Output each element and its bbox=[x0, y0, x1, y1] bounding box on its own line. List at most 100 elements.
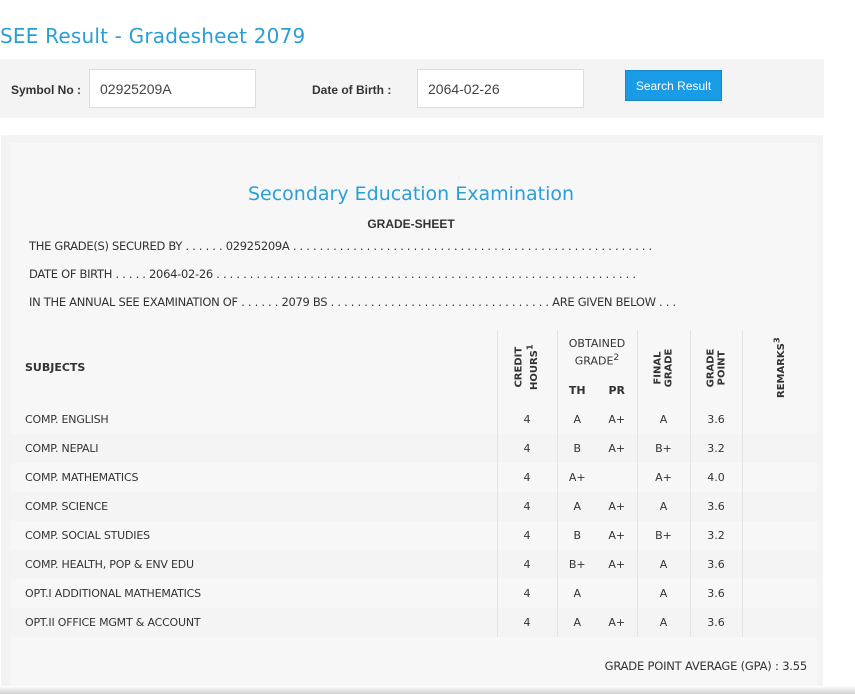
table-row: COMP. SOCIAL STUDIES 4 B A+ B+ 3.2 bbox=[11, 521, 817, 550]
pr-grade-cell: A+ bbox=[597, 550, 637, 579]
grade-point-cell: 4.0 bbox=[689, 463, 742, 492]
remarks-cell bbox=[741, 579, 817, 608]
th-grade-cell: A bbox=[556, 405, 598, 434]
gpa-value: 3.55 bbox=[782, 659, 807, 673]
remarks-cell bbox=[741, 521, 817, 550]
final-grade-cell: B+ bbox=[636, 434, 690, 463]
remarks-cell bbox=[741, 463, 817, 492]
final-grade-cell: A bbox=[636, 492, 690, 521]
th-grade-cell: B bbox=[556, 521, 598, 550]
pr-grade-cell: A+ bbox=[597, 434, 637, 463]
subject-cell: OPT.I ADDITIONAL MATHEMATICS bbox=[11, 579, 497, 608]
symbol-no-input[interactable] bbox=[89, 69, 256, 108]
col-grade-point: GRADE POINT bbox=[689, 330, 742, 405]
subject-cell: COMP. ENGLISH bbox=[11, 405, 497, 434]
grade-point-cell: 3.6 bbox=[689, 492, 742, 521]
table-row: COMP. HEALTH, POP & ENV EDU 4 B+ A+ A 3.6 bbox=[11, 550, 817, 579]
grade-point-cell: 3.6 bbox=[689, 579, 742, 608]
page-title: SEE Result - Gradesheet 2079 bbox=[0, 24, 306, 48]
th-grade-cell: A bbox=[556, 608, 598, 637]
col-obtained-grade: OBTAINED GRADE2 bbox=[556, 330, 637, 376]
final-grade-cell: A bbox=[636, 405, 690, 434]
grade-point-cell: 3.2 bbox=[689, 434, 742, 463]
col-credit-hours: CREDIT HOURS1 bbox=[496, 330, 557, 405]
gpa-line: GRADE POINT AVERAGE (GPA) : 3.55 bbox=[604, 659, 808, 673]
exam-prefix: IN THE ANNUAL SEE EXAMINATION OF . . . .… bbox=[29, 295, 279, 309]
secured-by-suffix: . . . . . . . . . . . . . . . . . . . . … bbox=[292, 239, 652, 253]
dob-prefix: DATE OF BIRTH . . . . . bbox=[29, 267, 146, 281]
grades-table: SUBJECTS CREDIT HOURS1 OBTAINED GRADE2 FIN… bbox=[11, 330, 817, 637]
exam-line: IN THE ANNUAL SEE EXAMINATION OF . . . .… bbox=[29, 295, 676, 309]
secured-by-value: 02925209A bbox=[225, 239, 290, 253]
table-row: OPT.II OFFICE MGMT & ACCOUNT 4 A A+ A 3.6 bbox=[11, 608, 817, 637]
search-bar: Symbol No : Date of Birth : Search Resul… bbox=[0, 59, 824, 118]
subject-cell: OPT.II OFFICE MGMT & ACCOUNT bbox=[11, 608, 497, 637]
remarks-cell bbox=[741, 608, 817, 637]
table-row: COMP. SCIENCE 4 A A+ A 3.6 bbox=[11, 492, 817, 521]
remarks-cell bbox=[741, 405, 817, 434]
exam-value: 2079 BS bbox=[281, 295, 328, 309]
gradesheet-panel: Secondary Education Examination GRADE-SH… bbox=[1, 135, 823, 694]
grade-point-cell: 3.6 bbox=[689, 405, 742, 434]
subject-cell: COMP. SOCIAL STUDIES bbox=[11, 521, 497, 550]
col-pr: PR bbox=[597, 376, 637, 405]
col-final-grade: FINAL GRADE bbox=[636, 330, 690, 405]
table-row: COMP. ENGLISH 4 A A+ A 3.6 bbox=[11, 405, 817, 434]
col-remarks: REMARKS3 bbox=[741, 330, 817, 405]
dob-line: DATE OF BIRTH . . . . . 2064-02-26 . . .… bbox=[29, 267, 636, 281]
final-grade-cell: A+ bbox=[636, 463, 690, 492]
remarks-cell bbox=[741, 550, 817, 579]
symbol-no-label: Symbol No : bbox=[11, 83, 82, 97]
dob-input[interactable] bbox=[417, 69, 584, 108]
credit-hours-cell: 4 bbox=[496, 550, 557, 579]
subject-cell: COMP. MATHEMATICS bbox=[11, 463, 497, 492]
credit-hours-cell: 4 bbox=[496, 405, 557, 434]
th-grade-cell: A bbox=[556, 579, 598, 608]
table-row: COMP. MATHEMATICS 4 A+ A+ 4.0 bbox=[11, 463, 817, 492]
final-grade-cell: B+ bbox=[636, 521, 690, 550]
credit-hours-cell: 4 bbox=[496, 608, 557, 637]
search-result-button[interactable]: Search Result bbox=[625, 70, 722, 101]
window-bottom-edge bbox=[0, 686, 855, 694]
pr-grade-cell: A+ bbox=[597, 405, 637, 434]
th-grade-cell: B bbox=[556, 434, 598, 463]
pr-grade-cell bbox=[597, 579, 637, 608]
grade-point-cell: 3.6 bbox=[689, 608, 742, 637]
dob-value: 2064-02-26 bbox=[149, 267, 213, 281]
th-grade-cell: B+ bbox=[556, 550, 598, 579]
credit-hours-cell: 4 bbox=[496, 521, 557, 550]
pr-grade-cell bbox=[597, 463, 637, 492]
credit-hours-cell: 4 bbox=[496, 579, 557, 608]
col-subjects: SUBJECTS bbox=[11, 330, 497, 405]
subject-cell: COMP. NEPALI bbox=[11, 434, 497, 463]
gradesheet-card: Secondary Education Examination GRADE-SH… bbox=[11, 143, 817, 694]
final-grade-cell: A bbox=[636, 579, 690, 608]
table-row: OPT.I ADDITIONAL MATHEMATICS 4 A A 3.6 bbox=[11, 579, 817, 608]
grade-point-cell: 3.6 bbox=[689, 550, 742, 579]
th-grade-cell: A bbox=[556, 492, 598, 521]
gradesheet-heading: GRADE-SHEET bbox=[367, 217, 455, 231]
grade-point-cell: 3.2 bbox=[689, 521, 742, 550]
final-grade-cell: A bbox=[636, 608, 690, 637]
th-grade-cell: A+ bbox=[556, 463, 598, 492]
final-grade-cell: A bbox=[636, 550, 690, 579]
subject-cell: COMP. HEALTH, POP & ENV EDU bbox=[11, 550, 497, 579]
credit-hours-cell: 4 bbox=[496, 434, 557, 463]
col-th: TH bbox=[556, 376, 598, 405]
secured-by-prefix: THE GRADE(S) SECURED BY . . . . . . bbox=[29, 239, 223, 253]
subject-cell: COMP. SCIENCE bbox=[11, 492, 497, 521]
credit-hours-cell: 4 bbox=[496, 492, 557, 521]
gpa-label: GRADE POINT AVERAGE (GPA) : bbox=[604, 659, 779, 673]
pr-grade-cell: A+ bbox=[597, 492, 637, 521]
exam-suffix: . . . . . . . . . . . . . . . . . . . . … bbox=[330, 295, 676, 309]
dob-suffix: . . . . . . . . . . . . . . . . . . . . … bbox=[216, 267, 636, 281]
secured-by-line: THE GRADE(S) SECURED BY . . . . . . 0292… bbox=[29, 239, 652, 253]
credit-hours-cell: 4 bbox=[496, 463, 557, 492]
exam-title: Secondary Education Examination bbox=[247, 183, 575, 205]
pr-grade-cell: A+ bbox=[597, 521, 637, 550]
dob-label: Date of Birth : bbox=[312, 83, 392, 97]
pr-grade-cell: A+ bbox=[597, 608, 637, 637]
remarks-cell bbox=[741, 434, 817, 463]
table-row: COMP. NEPALI 4 B A+ B+ 3.2 bbox=[11, 434, 817, 463]
remarks-cell bbox=[741, 492, 817, 521]
